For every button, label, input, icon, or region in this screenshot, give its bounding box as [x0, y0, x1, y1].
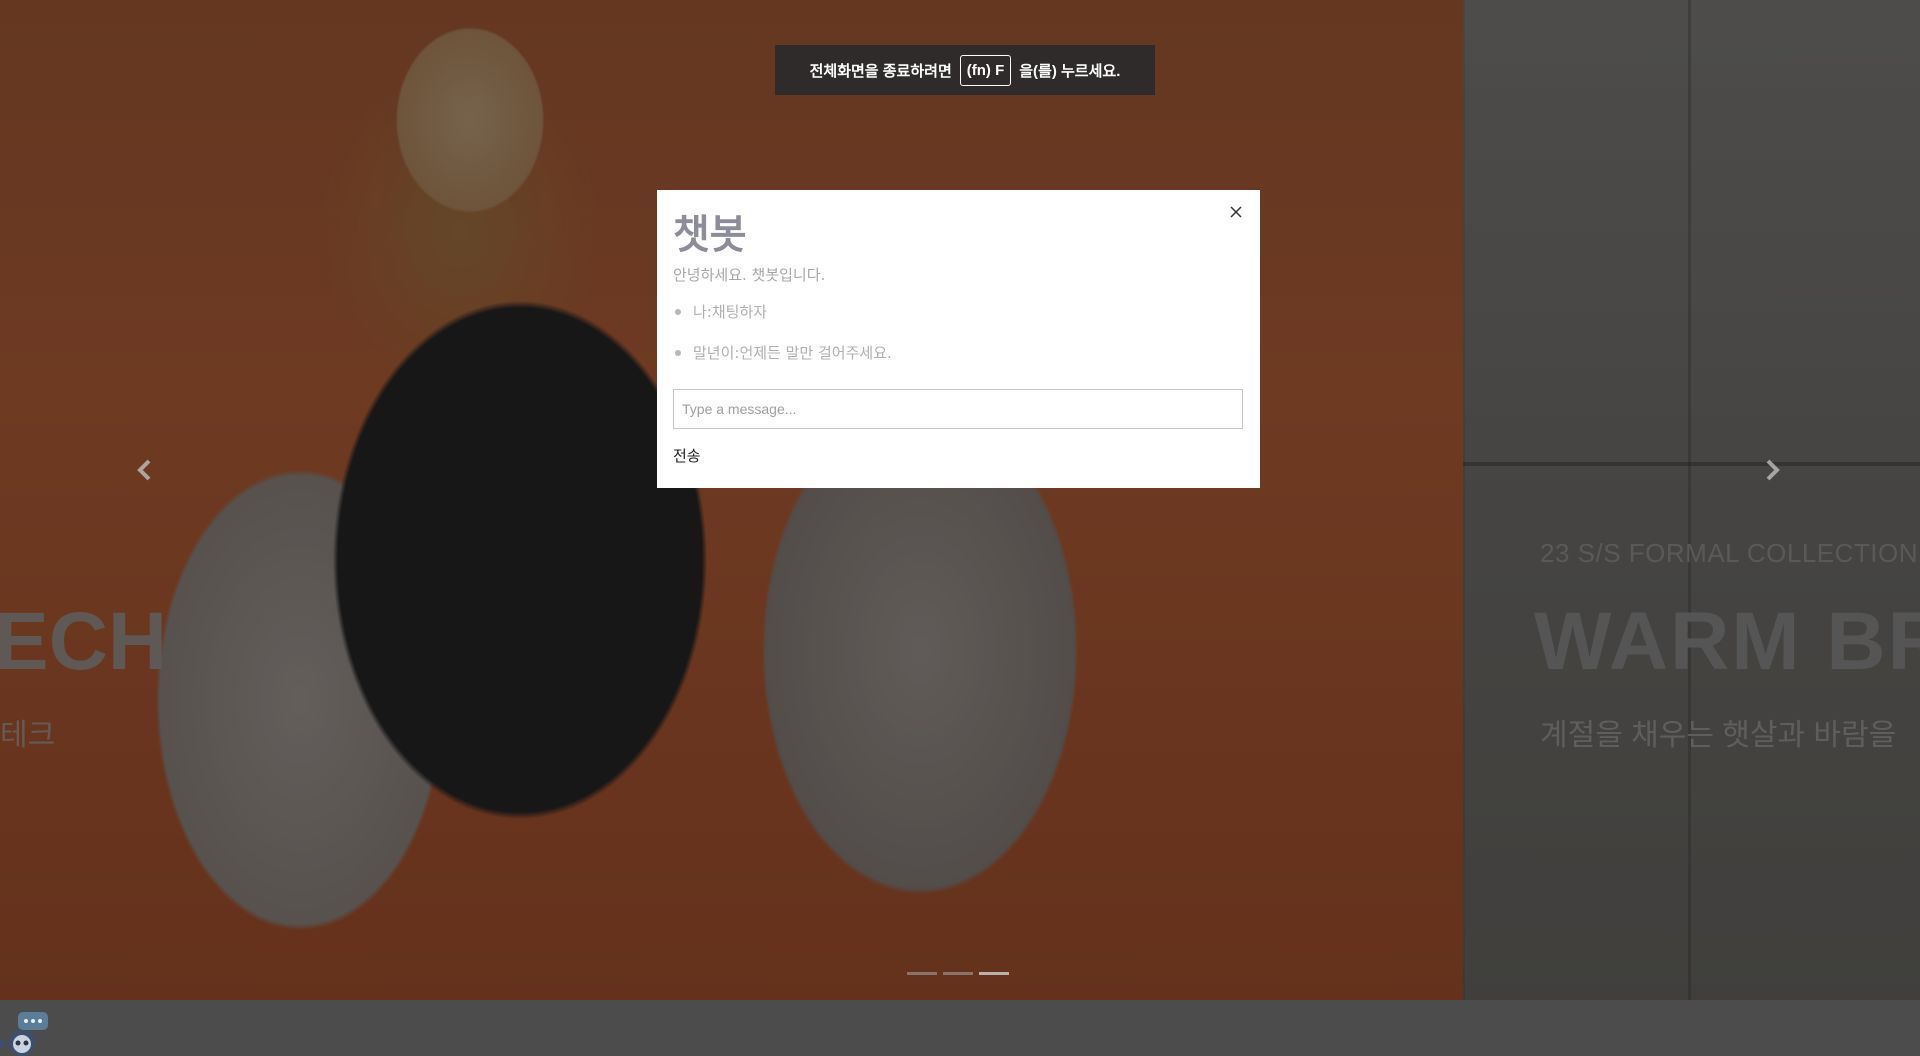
chat-message-list: 나:채팅하자 말년이:언제든 말만 걸어주세요.	[673, 302, 892, 384]
close-icon	[1230, 206, 1242, 218]
carousel-next-button[interactable]	[1757, 455, 1787, 485]
carousel-indicator-1[interactable]	[907, 972, 937, 975]
chevron-left-icon	[137, 459, 151, 481]
fullscreen-notice-key: (fn) F	[959, 54, 1012, 86]
carousel-prev-button[interactable]	[130, 455, 160, 485]
chat-message-input[interactable]	[673, 389, 1243, 429]
chat-send-button[interactable]: 전송	[673, 445, 701, 466]
chatbot-modal: 챗봇 안녕하세요. 챗봇입니다. 나:채팅하자 말년이:언제든 말만 걸어주세요…	[657, 190, 1260, 488]
fullscreen-exit-notice: 전체화면을 종료하려면 (fn) F 을(를) 누르세요.	[775, 45, 1155, 95]
chat-message: 나:채팅하자	[673, 302, 892, 343]
chat-message: 말년이:언제든 말만 걸어주세요.	[673, 343, 892, 384]
chatbot-launcher-button[interactable]	[0, 1010, 50, 1056]
page: ECH 테크 23 S/S FORMAL COLLECTION WARM BR …	[0, 0, 1920, 1056]
modal-backdrop[interactable]	[0, 0, 1920, 1056]
carousel-indicators	[907, 972, 1009, 975]
chatbot-title: 챗봇	[673, 212, 747, 258]
chevron-right-icon	[1766, 459, 1780, 481]
fullscreen-notice-suffix: 을(를) 누르세요.	[1019, 62, 1121, 80]
chatbot-greeting: 안녕하세요. 챗봇입니다.	[673, 266, 826, 284]
fullscreen-notice-prefix: 전체화면을 종료하려면	[809, 62, 952, 80]
chatbot-robot-icon	[0, 1012, 48, 1056]
carousel-indicator-3[interactable]	[979, 972, 1009, 975]
chatbot-close-button[interactable]	[1226, 202, 1246, 222]
carousel-indicator-2[interactable]	[943, 972, 973, 975]
